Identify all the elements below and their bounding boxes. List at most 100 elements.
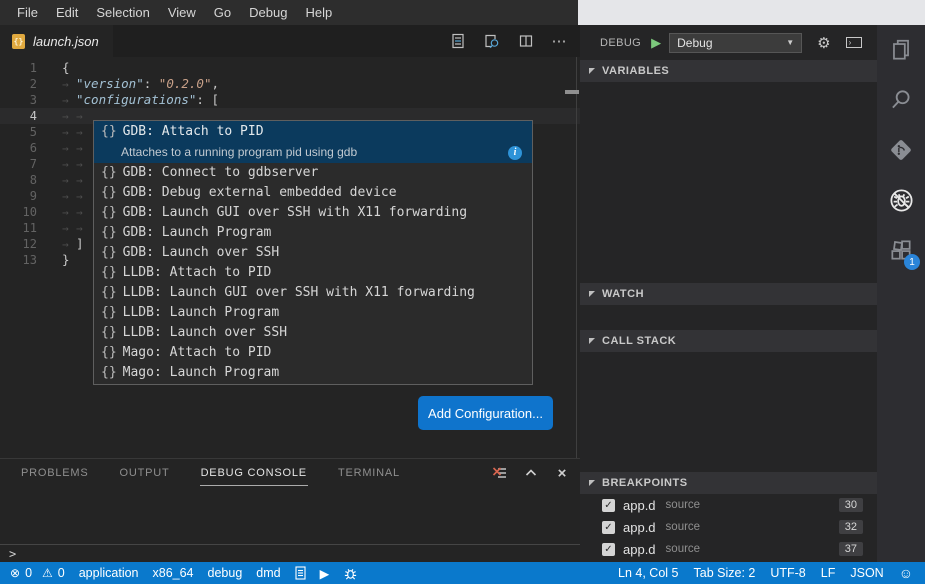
search-icon[interactable] xyxy=(877,75,925,125)
debug-config-dropdown[interactable]: Debug ▼ xyxy=(669,33,802,53)
status-debug[interactable]: debug xyxy=(208,566,243,580)
suggest-item[interactable]: {}GDB: Attach to PID xyxy=(94,121,532,142)
status-json[interactable]: JSON xyxy=(850,566,883,580)
section-variables[interactable]: VARIABLES xyxy=(580,60,877,82)
breakpoint-row[interactable]: ✓app.dsource37 xyxy=(580,538,877,560)
line-content: →→ xyxy=(62,124,90,140)
suggest-item[interactable]: {}GDB: Launch Program xyxy=(94,223,532,243)
warning-count: 0 xyxy=(58,566,65,580)
maximize-panel-icon[interactable] xyxy=(523,465,539,481)
suggest-description: Attaches to a running program pid using … xyxy=(94,142,532,163)
suggest-item[interactable]: {}Mago: Attach to PID xyxy=(94,343,532,363)
debug-console-input[interactable]: > xyxy=(0,544,580,562)
suggest-label: GDB: Launch Program xyxy=(123,223,272,243)
suggest-item[interactable]: {}GDB: Debug external embedded device xyxy=(94,183,532,203)
tab-whitespace: → xyxy=(76,109,90,125)
extensions-icon[interactable]: 1 xyxy=(877,225,925,275)
code-token: "version" xyxy=(76,76,144,91)
line-content: →→ xyxy=(62,108,90,124)
suggest-item[interactable]: {}GDB: Launch GUI over SSH with X11 forw… xyxy=(94,203,532,223)
snippet-icon: {} xyxy=(101,122,117,142)
suggest-item[interactable]: {}LLDB: Attach to PID xyxy=(94,263,532,283)
panel-tab-bar: PROBLEMS OUTPUT DEBUG CONSOLE TERMINAL xyxy=(0,459,580,487)
more-actions-icon[interactable]: ⋯ xyxy=(551,33,568,50)
start-debug-icon[interactable]: ▶ xyxy=(651,35,661,51)
line-number: 10 xyxy=(0,204,37,220)
explorer-icon[interactable] xyxy=(877,25,925,75)
tab-launch-json[interactable]: {} launch.json xyxy=(0,25,113,57)
breakpoint-row[interactable]: ✓app.dsource32 xyxy=(580,516,877,538)
document-icon[interactable] xyxy=(295,566,306,580)
menu-go[interactable]: Go xyxy=(205,5,240,20)
split-editor-icon[interactable] xyxy=(517,33,534,50)
add-configuration-button[interactable]: Add Configuration... xyxy=(418,396,553,430)
menu-file[interactable]: File xyxy=(8,5,47,20)
breakpoint-file: app.d xyxy=(623,520,656,535)
status-dmd[interactable]: dmd xyxy=(256,566,280,580)
code-token: "configurations" xyxy=(76,92,196,107)
menu-debug[interactable]: Debug xyxy=(240,5,296,20)
breakpoint-checkbox[interactable]: ✓ xyxy=(602,543,615,556)
status-application[interactable]: application xyxy=(79,566,139,580)
code-token: ] xyxy=(76,236,84,251)
breakpoint-checkbox[interactable]: ✓ xyxy=(602,499,615,512)
snippet-icon: {} xyxy=(101,363,117,383)
suggest-label: Mago: Attach to PID xyxy=(123,343,272,363)
breakpoint-checkbox[interactable]: ✓ xyxy=(602,521,615,534)
bug-icon[interactable] xyxy=(343,566,358,581)
clear-console-icon[interactable] xyxy=(492,465,508,481)
panel-tab-output[interactable]: OUTPUT xyxy=(119,461,171,485)
editor-line: 1{ xyxy=(0,60,580,76)
tab-whitespace: → xyxy=(62,157,76,173)
breakpoint-row[interactable]: ✓app.dsource30 xyxy=(580,494,877,516)
suggest-item[interactable]: {}LLDB: Launch GUI over SSH with X11 for… xyxy=(94,283,532,303)
editor-actions: ⋯ xyxy=(449,33,580,50)
status-x86_64[interactable]: x86_64 xyxy=(153,566,194,580)
section-call-stack[interactable]: CALL STACK xyxy=(580,330,877,352)
menu-selection[interactable]: Selection xyxy=(87,5,158,20)
menu-view[interactable]: View xyxy=(159,5,205,20)
close-panel-icon[interactable]: × xyxy=(554,465,570,481)
menu-edit[interactable]: Edit xyxy=(47,5,87,20)
snippet-icon: {} xyxy=(101,283,117,303)
panel-tab-problems[interactable]: PROBLEMS xyxy=(20,461,90,485)
source-control-icon[interactable] xyxy=(877,125,925,175)
tab-whitespace: → xyxy=(76,189,90,205)
debug-config-value: Debug xyxy=(677,36,712,50)
suggest-description-text: Attaches to a running program pid using … xyxy=(121,142,357,163)
suggest-item[interactable]: {}GDB: Launch over SSH xyxy=(94,243,532,263)
panel-tab-debug-console[interactable]: DEBUG CONSOLE xyxy=(200,461,308,486)
debug-icon[interactable] xyxy=(877,175,925,225)
smiley-icon[interactable]: ☺ xyxy=(899,565,913,581)
suggest-item[interactable]: {}GDB: Connect to gdbserver xyxy=(94,163,532,183)
json-file-icon: {} xyxy=(12,34,25,49)
search-preview-icon[interactable] xyxy=(483,33,500,50)
status-ln-4[interactable]: Ln 4, Col 5 xyxy=(618,566,678,580)
tab-whitespace: → xyxy=(62,109,76,125)
status-utf-8[interactable]: UTF-8 xyxy=(770,566,805,580)
open-preview-icon[interactable] xyxy=(449,33,466,50)
tab-whitespace: → xyxy=(62,141,76,157)
suggest-label: GDB: Launch GUI over SSH with X11 forwar… xyxy=(123,203,467,223)
status-left: ⊗ 0 ⚠ 0 application x86_64 debug dmd ▶ xyxy=(0,566,358,581)
twistie-icon xyxy=(589,68,595,74)
info-icon[interactable]: i xyxy=(508,146,522,160)
suggest-item[interactable]: {}LLDB: Launch Program xyxy=(94,303,532,323)
gear-icon[interactable]: ⚙ xyxy=(817,34,830,52)
panel-tab-terminal[interactable]: TERMINAL xyxy=(337,461,401,485)
section-breakpoints[interactable]: BREAKPOINTS xyxy=(580,472,877,494)
debug-sidebar: DEBUG ▶ Debug ▼ ⚙ › VARIABLES WATCH CALL… xyxy=(580,25,877,562)
status-tab-size-2[interactable]: Tab Size: 2 xyxy=(694,566,756,580)
menu-help[interactable]: Help xyxy=(296,5,341,20)
section-title: VARIABLES xyxy=(602,65,669,77)
status-lf[interactable]: LF xyxy=(821,566,836,580)
extensions-badge: 1 xyxy=(904,254,920,270)
suggest-item[interactable]: {}Mago: Launch Program xyxy=(94,363,532,383)
snippet-icon: {} xyxy=(101,303,117,323)
problems-indicator[interactable]: ⊗ 0 ⚠ 0 xyxy=(10,566,65,580)
repl-prompt: > xyxy=(0,547,16,561)
open-console-icon[interactable]: › xyxy=(846,37,862,48)
run-icon[interactable]: ▶ xyxy=(320,566,330,581)
section-watch[interactable]: WATCH xyxy=(580,283,877,305)
suggest-item[interactable]: {}LLDB: Launch over SSH xyxy=(94,323,532,343)
